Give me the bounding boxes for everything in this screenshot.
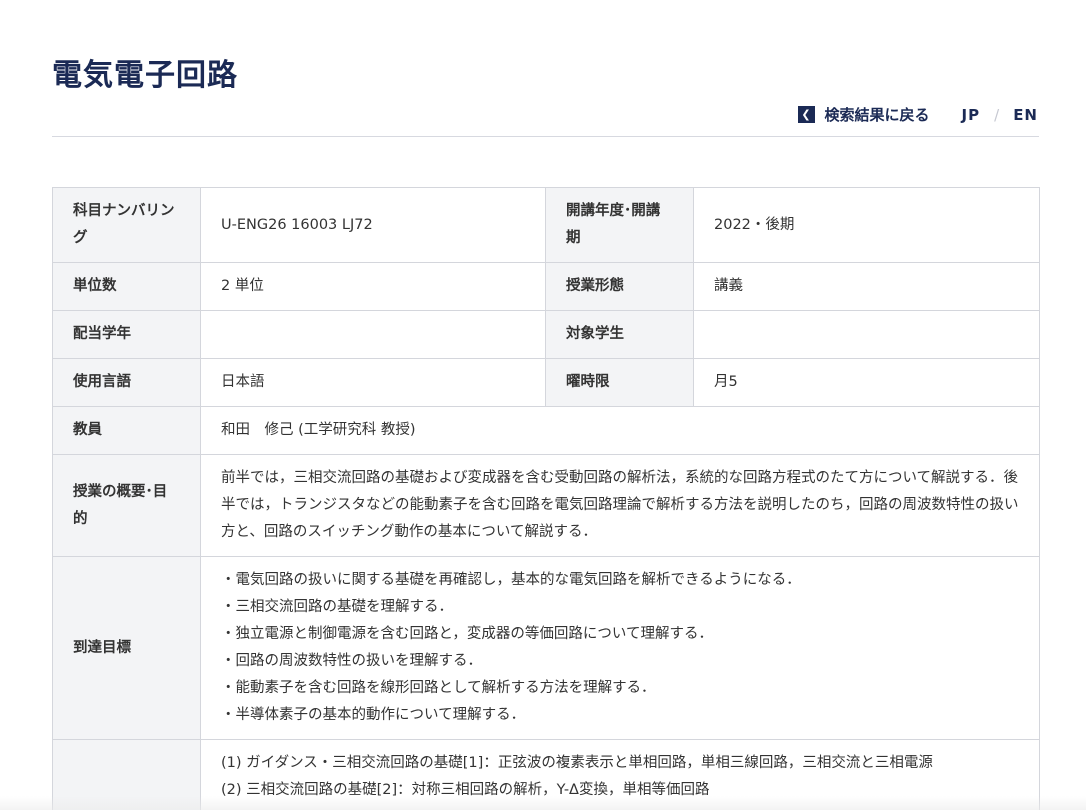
period-label: 曜時限 xyxy=(545,358,694,407)
page: 電気電子回路 ❮ 検索結果に戻る JP / EN 科目ナンバリング U-ENG2… xyxy=(0,0,1086,810)
grade-value xyxy=(200,310,546,359)
page-title: 電気電子回路 xyxy=(52,58,238,93)
goal-item: ・回路の周波数特性の扱いを理解する． xyxy=(221,653,482,669)
table-row: 配当学年 対象学生 xyxy=(52,310,1040,359)
goal-item: ・半導体素子の基本的動作について理解する． xyxy=(221,707,526,723)
header-divider xyxy=(52,136,1039,137)
language-separator: / xyxy=(994,105,1000,124)
class-format-label: 授業形態 xyxy=(545,262,694,311)
year-term-label: 開講年度･開講期 xyxy=(545,187,694,263)
goals-value: ・電気回路の扱いに関する基礎を再確認し，基本的な電気回路を解析できるようになる．… xyxy=(200,556,1040,740)
credits-value: 2 単位 xyxy=(200,262,546,311)
course-info-table: 科目ナンバリング U-ENG26 16003 LJ72 開講年度･開講期 202… xyxy=(52,187,1040,810)
language-value: 日本語 xyxy=(200,358,546,407)
goals-label: 到達目標 xyxy=(52,556,201,740)
year-term-value: 2022・後期 xyxy=(693,187,1040,263)
back-to-results-link[interactable]: ❮ 検索結果に戻る xyxy=(797,104,930,125)
goal-item: ・三相交流回路の基礎を理解する． xyxy=(221,599,453,615)
numbering-label: 科目ナンバリング xyxy=(52,187,201,263)
back-to-results-label: 検索結果に戻る xyxy=(824,106,930,124)
period-value: 月5 xyxy=(693,358,1040,407)
language-label: 使用言語 xyxy=(52,358,201,407)
credits-label: 単位数 xyxy=(52,262,201,311)
target-students-label: 対象学生 xyxy=(545,310,694,359)
numbering-value: U-ENG26 16003 LJ72 xyxy=(200,187,546,263)
instructor-label: 教員 xyxy=(52,406,201,455)
goal-item: ・独立電源と制御電源を含む回路と，変成器の等価回路について理解する． xyxy=(221,626,713,642)
table-row: 使用言語 日本語 曜時限 月5 xyxy=(52,358,1040,407)
goal-item: ・能動素子を含む回路を線形回路として解析する方法を理解する． xyxy=(221,680,656,696)
instructor-value: 和田 修己 (工学研究科 教授) xyxy=(200,406,1040,455)
bottom-fade xyxy=(0,796,1086,810)
grade-label: 配当学年 xyxy=(52,310,201,359)
top-navigation: ❮ 検索結果に戻る JP / EN xyxy=(797,104,1038,125)
goal-item: ・電気回路の扱いに関する基礎を再確認し，基本的な電気回路を解析できるようになる． xyxy=(221,572,801,588)
goals-list: ・電気回路の扱いに関する基礎を再確認し，基本的な電気回路を解析できるようになる．… xyxy=(221,567,1019,729)
class-format-value: 講義 xyxy=(693,262,1040,311)
target-students-value xyxy=(693,310,1040,359)
chevron-left-icon: ❮ xyxy=(797,106,815,123)
table-row: 授業の概要･目的 前半では，三相交流回路の基礎および変成器を含む受動回路の解析法… xyxy=(52,454,1040,557)
language-jp-link[interactable]: JP xyxy=(962,106,981,124)
table-row: 教員 和田 修己 (工学研究科 教授) xyxy=(52,406,1040,455)
table-row: 単位数 2 単位 授業形態 講義 xyxy=(52,262,1040,311)
table-row: 科目ナンバリング U-ENG26 16003 LJ72 開講年度･開講期 202… xyxy=(52,187,1040,263)
plan-item: (1) ガイダンス・三相交流回路の基礎[1]：正弦波の複素表示と単相回路，単相三… xyxy=(221,755,933,771)
overview-label: 授業の概要･目的 xyxy=(52,454,201,557)
overview-value: 前半では，三相交流回路の基礎および変成器を含む受動回路の解析法，系統的な回路方程… xyxy=(200,454,1040,557)
language-en-link[interactable]: EN xyxy=(1013,106,1038,124)
table-row: 到達目標 ・電気回路の扱いに関する基礎を再確認し，基本的な電気回路を解析できるよ… xyxy=(52,556,1040,740)
